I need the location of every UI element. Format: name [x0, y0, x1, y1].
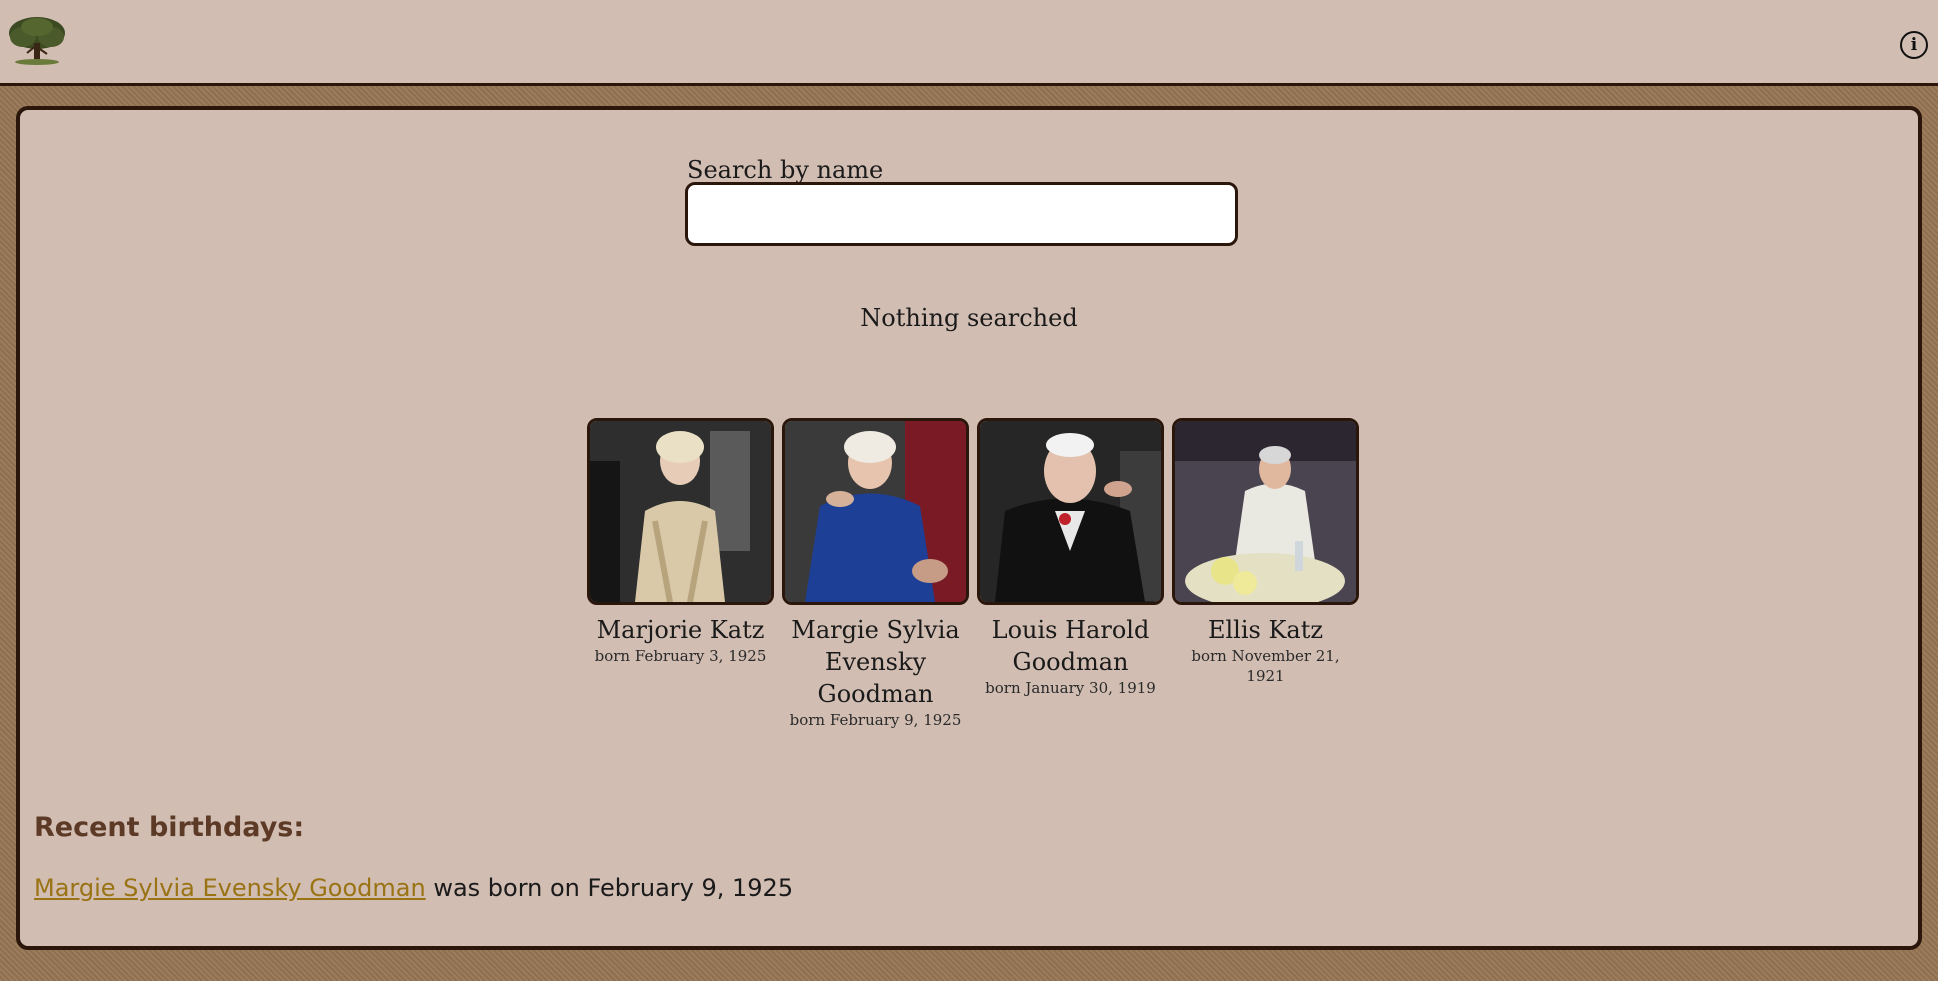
person-born: born February 9, 1925	[789, 711, 962, 729]
person-photo[interactable]	[587, 418, 774, 605]
person-name: Marjorie Katz	[596, 616, 765, 644]
person-card[interactable]: Marjorie Katz born February 3, 1925	[587, 418, 774, 730]
person-name: Margie Sylvia Evensky Goodman	[791, 616, 960, 708]
person-photo[interactable]	[977, 418, 1164, 605]
person-born: born February 3, 1925	[594, 647, 767, 665]
info-icon[interactable]: i	[1900, 31, 1928, 59]
person-photo[interactable]	[1172, 418, 1359, 605]
person-card[interactable]: Ellis Katz born November 21, 1921	[1172, 418, 1359, 730]
recent-birthday-link[interactable]: Margie Sylvia Evensky Goodman	[34, 874, 426, 902]
person-name: Ellis Katz	[1207, 616, 1324, 644]
person-photo[interactable]	[782, 418, 969, 605]
people-cards: Marjorie Katz born February 3, 1925 Marg…	[587, 418, 1359, 730]
tree-icon[interactable]	[7, 15, 67, 67]
person-born: born November 21, 1921	[1191, 647, 1340, 685]
recent-birthday-item: Margie Sylvia Evensky Goodman was born o…	[34, 874, 793, 902]
person-name: Louis Harold Goodman	[991, 616, 1150, 676]
info-glyph: i	[1910, 35, 1918, 55]
person-card[interactable]: Louis Harold Goodman born January 30, 19…	[977, 418, 1164, 730]
person-card[interactable]: Margie Sylvia Evensky Goodman born Febru…	[782, 418, 969, 730]
search-label: Search by name	[687, 156, 884, 184]
main-panel: Search by name Nothing searched Marjorie…	[16, 106, 1922, 950]
app-header: i	[0, 0, 1938, 86]
recent-birthday-text: was born on February 9, 1925	[425, 874, 794, 902]
search-input[interactable]	[685, 182, 1238, 246]
person-born: born January 30, 1919	[985, 679, 1156, 697]
recent-birthdays-heading: Recent birthdays:	[34, 812, 305, 843]
search-status: Nothing searched	[860, 304, 1078, 332]
